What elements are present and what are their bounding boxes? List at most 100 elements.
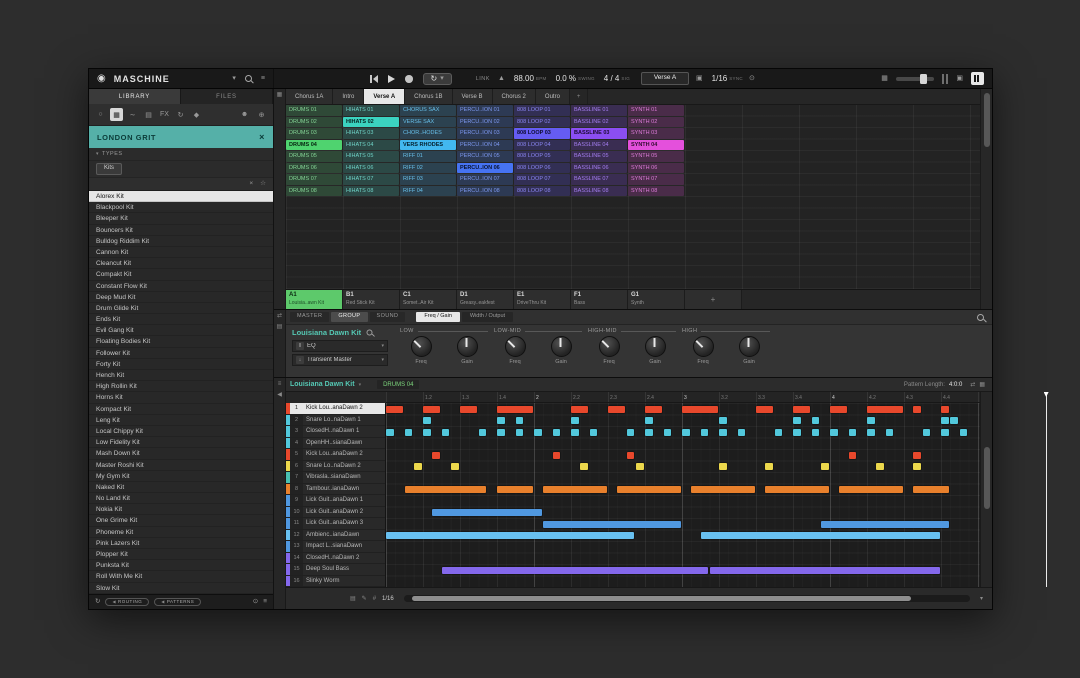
list-item[interactable]: My Gym Kit xyxy=(89,471,273,482)
list-item[interactable]: Follower Kit xyxy=(89,348,273,359)
note[interactable] xyxy=(867,429,875,436)
pattern-cell[interactable]: PERCU..ION 01 xyxy=(457,105,513,116)
note[interactable] xyxy=(405,486,487,493)
list-item[interactable]: Local Chippy Kit xyxy=(89,426,273,437)
note[interactable] xyxy=(710,567,940,574)
list-item[interactable]: Horns Kit xyxy=(89,392,273,403)
list-item[interactable]: Cannon Kit xyxy=(89,247,273,258)
scene-tab[interactable]: Outro xyxy=(536,89,570,104)
pattern-cell[interactable]: PERCU..ION 08 xyxy=(457,186,513,197)
track-row[interactable]: 15Deep Soul Bass xyxy=(286,564,385,576)
note[interactable] xyxy=(821,521,949,528)
list-item[interactable]: Bulldog Riddim Kit xyxy=(89,236,273,247)
scene-tab[interactable]: Intro xyxy=(333,89,364,104)
list-item[interactable]: No Land Kit xyxy=(89,493,273,504)
signature-value[interactable]: 4 / 4 xyxy=(604,74,620,83)
list-item[interactable]: Naked Kit xyxy=(89,482,273,493)
track-row[interactable]: 6Snare Lo..naDawn 2 xyxy=(286,461,385,473)
record-button[interactable] xyxy=(405,70,413,88)
add-scene-button[interactable]: + xyxy=(570,89,589,104)
pattern-cell[interactable]: DRUMS 02 xyxy=(286,117,342,128)
pattern-cell[interactable]: RIFF 01 xyxy=(400,151,456,162)
note[interactable] xyxy=(793,429,801,436)
pattern-cell[interactable]: BASSLINE 08 xyxy=(571,186,627,197)
note[interactable] xyxy=(497,417,505,424)
pattern-cell[interactable]: BASSLINE 01 xyxy=(571,105,627,116)
pattern-cell[interactable]: RIFF 04 xyxy=(400,186,456,197)
master-volume-slider[interactable] xyxy=(896,77,934,81)
note[interactable] xyxy=(442,567,709,574)
note[interactable] xyxy=(423,406,440,413)
tab-library[interactable]: LIBRARY xyxy=(89,89,181,104)
pattern-cell[interactable]: 808 LOOP 04 xyxy=(514,140,570,151)
note[interactable] xyxy=(460,406,477,413)
note[interactable] xyxy=(432,509,542,516)
note[interactable] xyxy=(682,429,690,436)
pattern-cell[interactable]: 808 LOOP 06 xyxy=(514,163,570,174)
group-slot-D1[interactable]: D1Greasy..eakfest xyxy=(457,290,514,309)
sound-name[interactable]: Louisiana Dawn Kit xyxy=(292,328,361,337)
sync-value[interactable]: 1/16 xyxy=(712,74,728,83)
list-item[interactable]: Floating Bodies Kit xyxy=(89,336,273,347)
pattern-cell[interactable]: 808 LOOP 07 xyxy=(514,174,570,185)
note[interactable] xyxy=(719,417,727,424)
volume-thumb[interactable] xyxy=(920,74,927,84)
note[interactable] xyxy=(645,417,653,424)
note[interactable] xyxy=(765,463,773,470)
list-item[interactable]: Cleancut Kit xyxy=(89,258,273,269)
note[interactable] xyxy=(876,463,884,470)
list-item[interactable]: Forty Kit xyxy=(89,359,273,370)
oneshots-filter-icon[interactable]: ◆ xyxy=(190,108,203,121)
track-row[interactable]: 14ClosedH..naDawn 2 xyxy=(286,553,385,565)
controller-icon[interactable]: ▣ xyxy=(956,75,963,82)
freq-knob[interactable] xyxy=(505,336,526,357)
pattern-cell[interactable]: BASSLINE 02 xyxy=(571,117,627,128)
note[interactable] xyxy=(571,406,588,413)
editor-scroll-thumb[interactable] xyxy=(984,447,990,509)
note[interactable] xyxy=(386,429,394,436)
list-item[interactable]: Master Roshi Kit xyxy=(89,460,273,471)
pattern-cell[interactable]: BASSLINE 05 xyxy=(571,151,627,162)
note[interactable] xyxy=(645,429,653,436)
note-area[interactable] xyxy=(386,403,980,587)
clear-filter-icon[interactable]: × xyxy=(249,181,253,188)
list-item[interactable]: Deep Mud Kit xyxy=(89,292,273,303)
note[interactable] xyxy=(534,429,542,436)
track-row[interactable]: 8Tambour..ianaDawn xyxy=(286,484,385,496)
freq-knob[interactable] xyxy=(411,336,432,357)
keys-strip-icon[interactable]: ▤ xyxy=(277,324,283,330)
plugin-slot[interactable]: ‖EQ▾ xyxy=(292,340,388,352)
list-item[interactable]: Hench Kit xyxy=(89,370,273,381)
pattern-cell[interactable]: PERCU..ION 06 xyxy=(457,163,513,174)
pattern-cell[interactable]: PERCU..ION 05 xyxy=(457,151,513,162)
track-row[interactable]: 7Vibrasla..sianaDawn xyxy=(286,472,385,484)
piano-roll-icon[interactable]: ▤ xyxy=(350,596,356,602)
arranger-scroll-thumb[interactable] xyxy=(984,93,990,147)
note[interactable] xyxy=(950,417,958,424)
routing-toggle[interactable]: ◀ROUTING xyxy=(105,598,149,607)
pattern-cell[interactable]: SYNTH 08 xyxy=(628,186,684,197)
pattern-cell[interactable]: PERCU..ION 03 xyxy=(457,128,513,139)
pattern-cell[interactable]: HIHATS 08 xyxy=(343,186,399,197)
note[interactable] xyxy=(386,532,634,539)
editor-collapse-icon[interactable]: ◀ xyxy=(277,392,282,398)
editor-hscroll-thumb[interactable] xyxy=(412,596,910,601)
list-item[interactable]: Pink Lazers Kit xyxy=(89,538,273,549)
list-item[interactable]: One Grime Kit xyxy=(89,515,273,526)
page-tab[interactable]: Width / Output xyxy=(462,312,513,322)
note[interactable] xyxy=(701,429,709,436)
grid-value[interactable]: 1/16 xyxy=(382,596,394,602)
scene-tab[interactable]: Chorus 2 xyxy=(493,89,536,104)
scene-tab[interactable]: Chorus 1B xyxy=(405,89,452,104)
editor-scrollbar[interactable] xyxy=(980,392,992,587)
track-row[interactable]: 16Slinky Worm xyxy=(286,576,385,588)
note[interactable] xyxy=(423,429,431,436)
track-row[interactable]: 2Snare Lo..naDawn 1 xyxy=(286,415,385,427)
arranger-scrollbar[interactable] xyxy=(980,89,992,309)
pattern-cell[interactable]: SYNTH 07 xyxy=(628,174,684,185)
list-item[interactable]: Bleeper Kit xyxy=(89,213,273,224)
add-group-button[interactable]: + xyxy=(685,290,742,309)
note[interactable] xyxy=(580,463,588,470)
list-item[interactable]: Leng Kit xyxy=(89,415,273,426)
pattern-cell[interactable]: DRUMS 01 xyxy=(286,105,342,116)
